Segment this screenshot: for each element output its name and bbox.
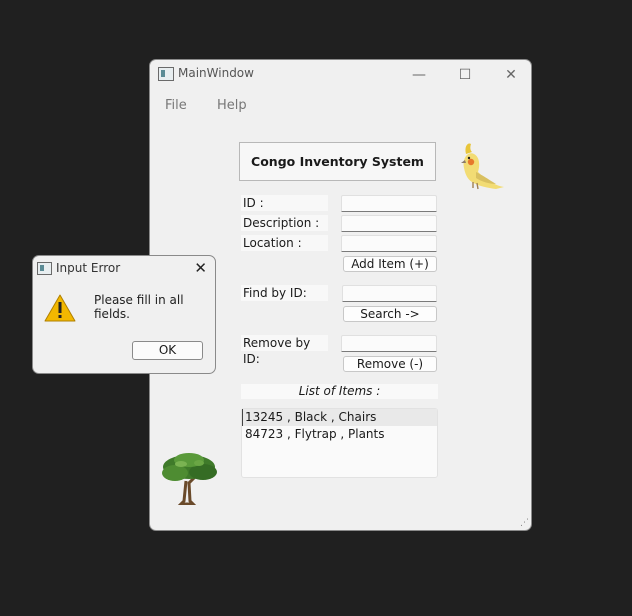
menu-bar: File Help	[150, 94, 531, 116]
tree-image	[162, 453, 217, 505]
dialog-title: Input Error	[56, 261, 121, 275]
title-bar[interactable]: MainWindow — ☐ ✕	[150, 60, 531, 90]
id-label: ID :	[241, 195, 328, 211]
remove-by-id-label: Remove by ID:	[241, 335, 328, 366]
list-item[interactable]: 13245 , Black , Chairs	[242, 409, 437, 426]
app-title-button[interactable]: Congo Inventory System	[239, 142, 436, 181]
find-by-id-label: Find by ID:	[241, 285, 328, 301]
app-icon	[158, 67, 174, 81]
warning-icon	[44, 294, 76, 322]
find-id-input[interactable]	[342, 285, 437, 302]
window-title: MainWindow	[178, 66, 254, 80]
cockatiel-image	[461, 143, 504, 190]
close-button[interactable]: ✕	[488, 60, 531, 90]
input-error-dialog: Input Error ✕ Please fill in all fields.…	[32, 255, 216, 374]
dialog-message: Please fill in all fields.	[94, 293, 184, 321]
dialog-app-icon	[37, 262, 52, 275]
dialog-close-button[interactable]: ✕	[194, 259, 207, 277]
description-input[interactable]	[341, 215, 437, 232]
remove-id-input[interactable]	[341, 335, 437, 352]
menu-help[interactable]: Help	[217, 98, 247, 113]
location-label: Location :	[241, 235, 328, 251]
list-label: List of Items :	[241, 384, 438, 399]
id-input[interactable]	[341, 195, 437, 212]
list-item[interactable]: 84723 , Flytrap , Plants	[242, 426, 437, 443]
menu-file[interactable]: File	[165, 98, 187, 113]
description-label: Description :	[241, 215, 328, 231]
location-input[interactable]	[341, 235, 437, 252]
remove-button[interactable]: Remove (-)	[343, 356, 437, 372]
resize-grip[interactable]: ⋰	[520, 518, 529, 528]
ok-button[interactable]: OK	[132, 341, 203, 360]
add-item-button[interactable]: Add Item (+)	[343, 256, 437, 272]
minimize-button[interactable]: —	[396, 60, 442, 90]
maximize-button[interactable]: ☐	[442, 60, 488, 90]
search-button[interactable]: Search ->	[343, 306, 437, 322]
items-list[interactable]: 13245 , Black , Chairs 84723 , Flytrap ,…	[241, 408, 438, 478]
